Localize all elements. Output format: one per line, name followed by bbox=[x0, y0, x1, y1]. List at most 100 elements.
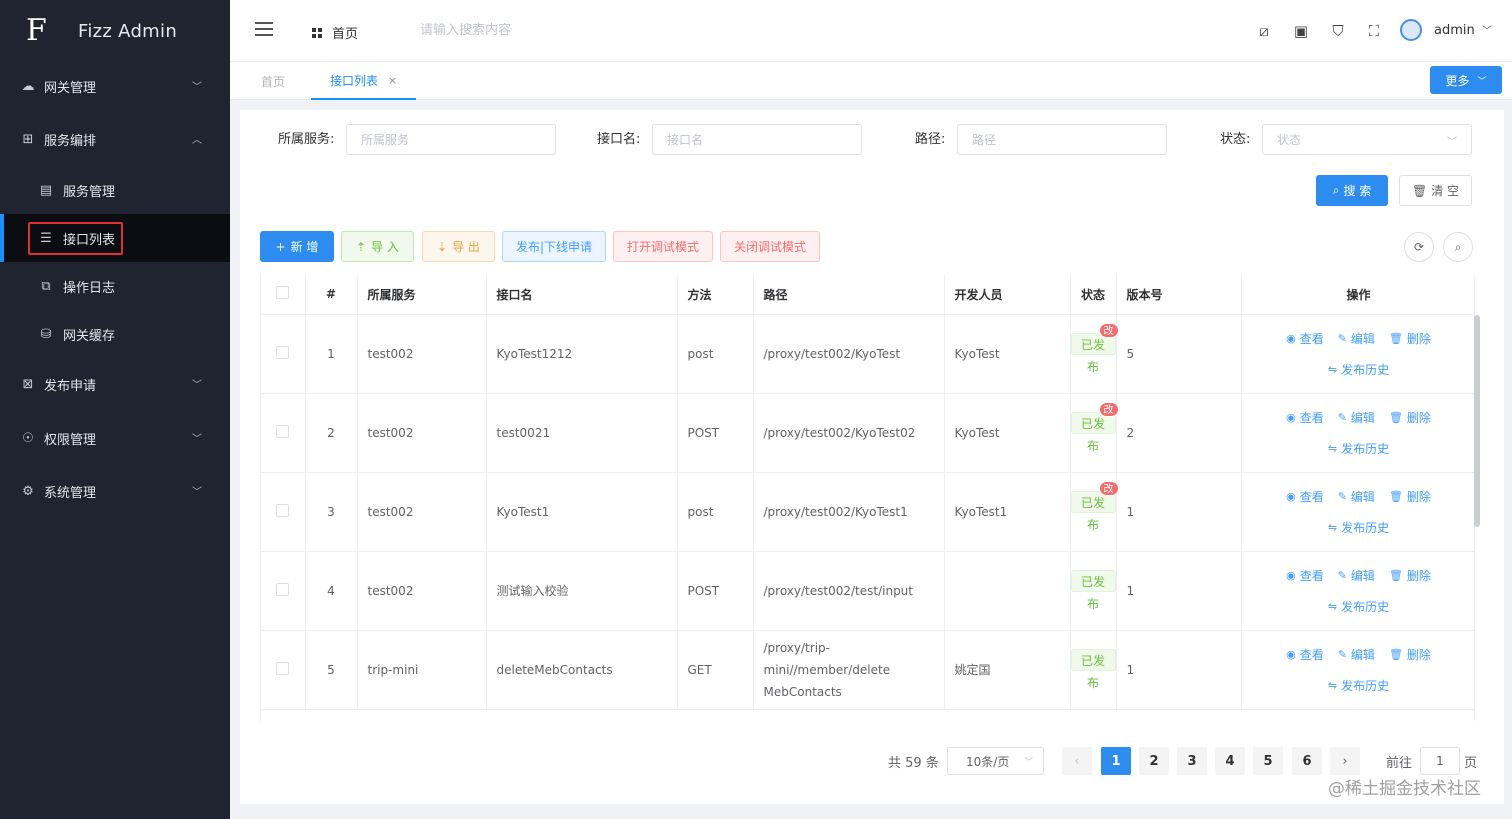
view-link[interactable]: ◉ 查看 bbox=[1286, 646, 1324, 663]
view-link[interactable]: ◉ 查看 bbox=[1286, 567, 1324, 584]
user-name[interactable]: admin bbox=[1434, 23, 1475, 38]
history-link[interactable]: ⇋ 发布历史 bbox=[1328, 519, 1389, 536]
add-button[interactable]: + 新 增 bbox=[260, 231, 334, 262]
row-checkbox[interactable] bbox=[261, 472, 306, 552]
grid-icon bbox=[312, 27, 322, 38]
prev-page-button[interactable]: ‹ bbox=[1062, 747, 1092, 775]
screenshot-icon[interactable]: ⧄ bbox=[1255, 22, 1273, 40]
header-method: 方法 bbox=[677, 275, 754, 315]
view-link[interactable]: ◉ 查看 bbox=[1286, 330, 1324, 347]
table-scrollbar[interactable] bbox=[1474, 315, 1480, 527]
hamburger-icon[interactable] bbox=[255, 22, 273, 36]
debug-on-button[interactable]: 打开调试模式 bbox=[613, 231, 713, 262]
import-button[interactable]: ⇡ 导 入 bbox=[341, 231, 414, 262]
delete-link[interactable]: 🗑 删除 bbox=[1389, 488, 1431, 505]
row-checkbox[interactable] bbox=[261, 630, 306, 710]
delete-link[interactable]: 🗑 删除 bbox=[1389, 567, 1431, 584]
clear-button[interactable]: 🗑 清 空 bbox=[1399, 175, 1472, 206]
search-button-label: 搜 索 bbox=[1343, 184, 1372, 198]
chevron-down-icon: ﹀ bbox=[192, 487, 202, 498]
menu-service-orchestration-label: 服务编排 bbox=[44, 133, 97, 149]
breadcrumb[interactable]: 首页 bbox=[312, 23, 358, 42]
more-button[interactable]: 更多 ﹀ bbox=[1430, 66, 1502, 94]
menu-service-orchestration[interactable]: ⊞ 服务编排 ︿ bbox=[0, 115, 230, 163]
path-filter-input[interactable]: 路径 bbox=[957, 124, 1167, 155]
search-icon[interactable]: ⌕ bbox=[1443, 232, 1473, 262]
edit-link[interactable]: ✎ 编辑 bbox=[1338, 488, 1375, 505]
delete-link[interactable]: 🗑 删除 bbox=[1389, 409, 1431, 426]
row-developer: 姚定国 bbox=[944, 630, 1071, 710]
view-link[interactable]: ◉ 查看 bbox=[1286, 409, 1324, 426]
row-checkbox[interactable] bbox=[261, 393, 306, 473]
history-link[interactable]: ⇋ 发布历史 bbox=[1328, 361, 1389, 378]
page-2[interactable]: 2 bbox=[1139, 747, 1169, 775]
fullscreen-icon[interactable]: ⛶ bbox=[1365, 22, 1383, 40]
theme-icon[interactable]: ⛉ bbox=[1329, 22, 1347, 40]
service-filter-label: 所属服务: bbox=[278, 132, 335, 147]
status-filter-select[interactable]: 状态 ﹀ bbox=[1262, 124, 1472, 155]
row-service: test002 bbox=[357, 393, 487, 473]
menu-permission[interactable]: ☉ 权限管理 ﹀ bbox=[0, 414, 230, 462]
trash-icon: 🗑 bbox=[1388, 331, 1403, 345]
edit-link[interactable]: ✎ 编辑 bbox=[1338, 646, 1375, 663]
row-api-name: KyoTest1 bbox=[486, 472, 678, 552]
history-link[interactable]: ⇋ 发布历史 bbox=[1328, 598, 1389, 615]
edit-link[interactable]: ✎ 编辑 bbox=[1338, 567, 1375, 584]
export-button-label: 导 出 bbox=[452, 240, 480, 254]
history-link[interactable]: ⇋ 发布历史 bbox=[1328, 440, 1389, 457]
history-link[interactable]: ⇋ 发布历史 bbox=[1328, 677, 1389, 694]
page-5[interactable]: 5 bbox=[1253, 747, 1283, 775]
view-link[interactable]: ◉ 查看 bbox=[1286, 488, 1324, 505]
page-size-select[interactable]: 10条/页 ﹀ bbox=[947, 747, 1044, 775]
service-filter-input[interactable]: 所属服务 bbox=[346, 124, 556, 155]
select-all-checkbox[interactable] bbox=[261, 275, 306, 315]
page-1[interactable]: 1 bbox=[1101, 747, 1131, 775]
row-path: /proxy/test002/KyoTest bbox=[753, 314, 945, 394]
row-method: GET bbox=[677, 630, 754, 710]
page-6[interactable]: 6 bbox=[1292, 747, 1322, 775]
app-logo: F bbox=[26, 13, 47, 48]
close-icon[interactable]: × bbox=[388, 74, 397, 87]
menu-gateway[interactable]: ☁ 网关管理 ﹀ bbox=[0, 62, 230, 110]
edit-link[interactable]: ✎ 编辑 bbox=[1338, 409, 1375, 426]
pagination-total: 共 59 条 bbox=[888, 756, 939, 771]
delete-link[interactable]: 🗑 删除 bbox=[1389, 646, 1431, 663]
sidebar-item-operation-log[interactable]: ⧉ 操作日志 bbox=[0, 262, 230, 310]
lock-icon: ☉ bbox=[22, 430, 34, 446]
modified-badge: 改 bbox=[1098, 402, 1119, 417]
row-path: /proxy/trip-mini//member/delete MebConta… bbox=[753, 630, 945, 710]
sidebar-item-gateway-cache[interactable]: ⛁ 网关缓存 bbox=[0, 310, 230, 358]
delete-link[interactable]: 🗑 删除 bbox=[1389, 330, 1431, 347]
tab-api-list[interactable]: 接口列表 × bbox=[311, 62, 417, 100]
eye-icon: ◉ bbox=[1286, 568, 1296, 582]
plus-icon: + bbox=[275, 239, 286, 254]
search-input[interactable] bbox=[420, 23, 620, 38]
row-checkbox[interactable] bbox=[261, 314, 306, 394]
status-badge: 已发布 bbox=[1070, 570, 1116, 611]
export-button[interactable]: ⇣ 导 出 bbox=[422, 231, 495, 262]
edit-link[interactable]: ✎ 编辑 bbox=[1338, 330, 1375, 347]
avatar[interactable] bbox=[1400, 19, 1422, 41]
sidebar-item-label: 操作日志 bbox=[63, 280, 116, 296]
goto-page-input[interactable]: 1 bbox=[1420, 747, 1460, 775]
clear-button-label: 清 空 bbox=[1431, 184, 1460, 198]
chevron-down-icon[interactable]: ﹀ bbox=[1482, 22, 1492, 37]
trash-icon: 🗑 bbox=[1411, 183, 1428, 198]
api-filter-input[interactable]: 接口名 bbox=[652, 124, 862, 155]
refresh-icon[interactable]: ⟳ bbox=[1404, 232, 1434, 262]
sidebar-item-service-management[interactable]: ▤ 服务管理 bbox=[0, 166, 230, 214]
menu-publish-request[interactable]: ⊠ 发布申请 ﹀ bbox=[0, 360, 230, 408]
lock-icon[interactable]: ▣ bbox=[1292, 22, 1310, 40]
menu-system[interactable]: ⚙ 系统管理 ﹀ bbox=[0, 467, 230, 515]
tab-home[interactable]: 首页 bbox=[261, 62, 285, 100]
debug-off-button[interactable]: 关闭调试模式 bbox=[720, 231, 820, 262]
search-button[interactable]: ⌕ 搜 索 bbox=[1316, 175, 1388, 206]
row-api-name: 测试输入校验 bbox=[486, 551, 678, 631]
page-3[interactable]: 3 bbox=[1177, 747, 1207, 775]
edit-icon: ✎ bbox=[1337, 647, 1347, 661]
server-icon: ▤ bbox=[39, 182, 53, 198]
publish-request-button[interactable]: 发布|下线申请 bbox=[502, 231, 606, 262]
next-page-button[interactable]: › bbox=[1330, 747, 1360, 775]
page-4[interactable]: 4 bbox=[1215, 747, 1245, 775]
row-checkbox[interactable] bbox=[261, 551, 306, 631]
